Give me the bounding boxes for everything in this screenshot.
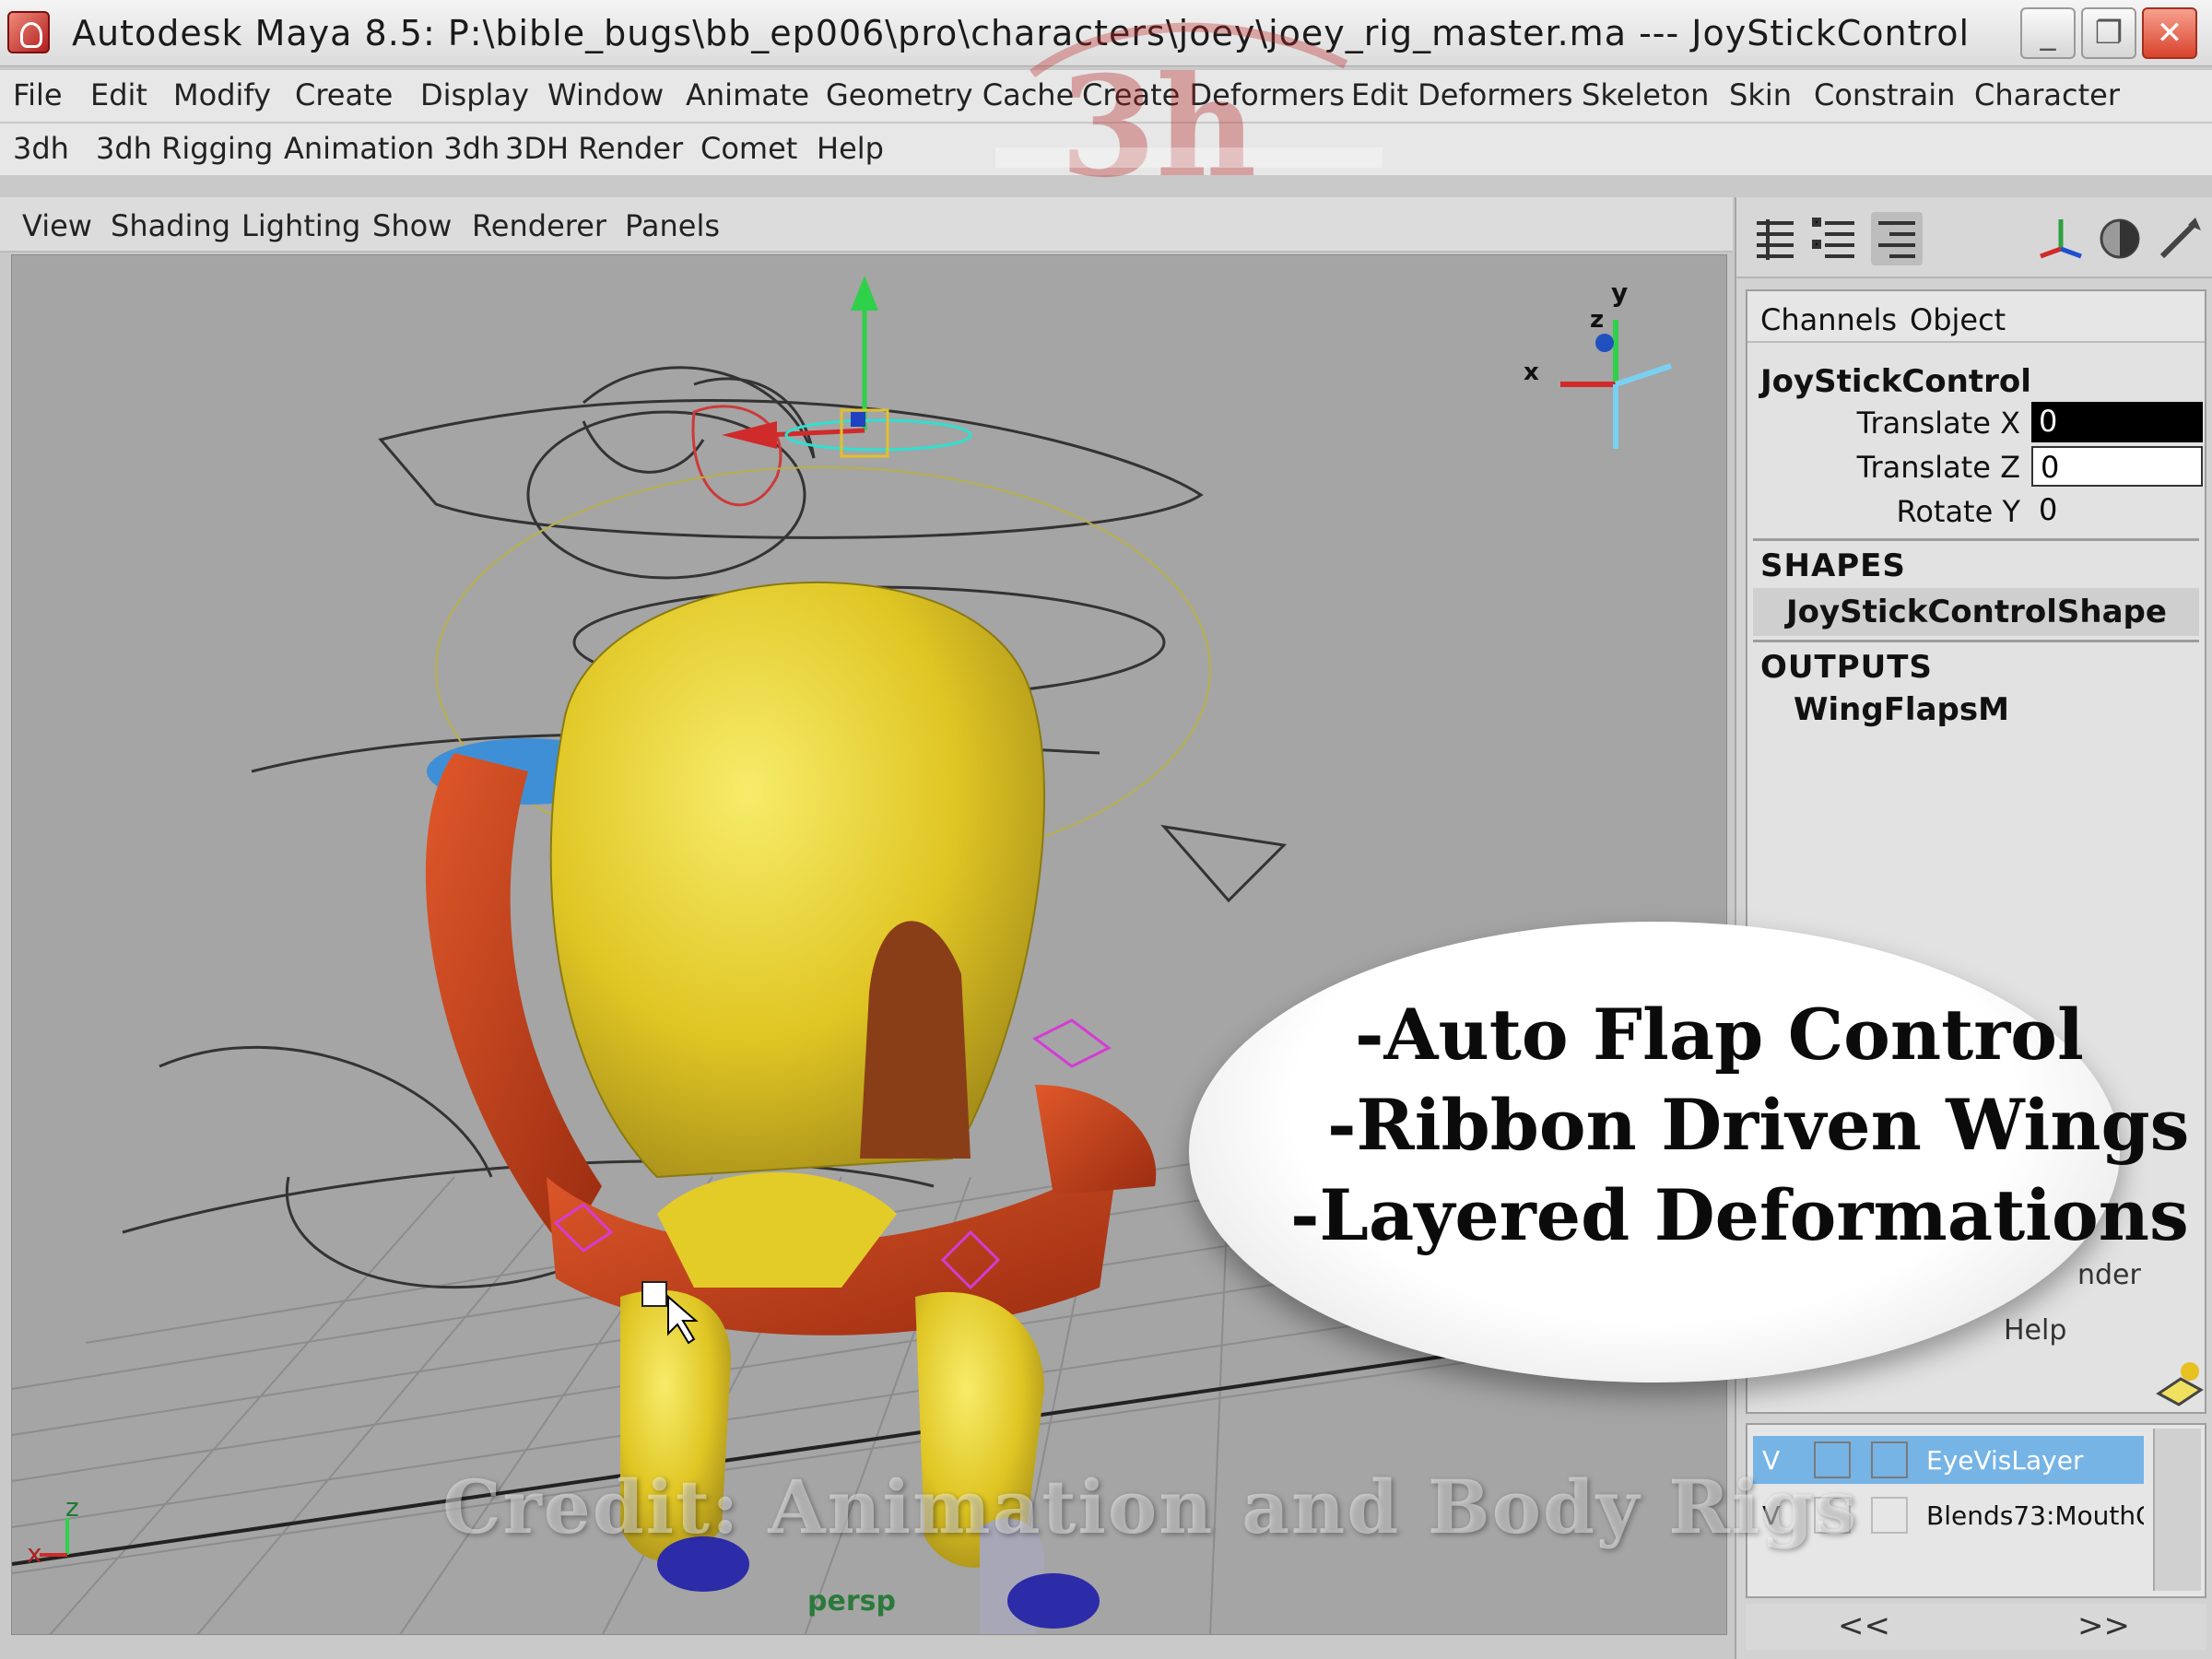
camera-label: persp [807,1585,896,1618]
channel-box-menu-channels[interactable]: Channels [1760,302,1897,337]
layer-list-scrollbar[interactable] [2153,1429,2201,1591]
viewport-panel-menu: View Shading Lighting Show Renderer Pane… [0,197,1733,253]
main-menu-bar: File Edit Modify Create Display Window A… [0,70,2212,122]
menu-create-deformers[interactable]: Create Deformers [1082,77,1345,112]
credit-overlay-text: Credit: Animation and Body Rigs [442,1464,1859,1550]
menu-create[interactable]: Create [295,77,393,112]
red-control-curve [691,405,782,507]
menu-help[interactable]: Help [817,131,884,166]
side-toolbar [1736,197,2212,278]
callout-line-auto-flap: -Auto Flap Control [1355,994,2084,1076]
maya-app-icon[interactable] [7,11,50,53]
outputs-header: OUTPUTS [1760,649,1933,686]
menu-display[interactable]: Display [420,77,529,112]
attr-label-translate-z[interactable]: Translate Z [1781,450,2020,485]
minimize-button[interactable]: _ [2020,7,2076,59]
panel-menu-shading[interactable]: Shading [111,208,230,243]
attr-field-translate-z[interactable]: 0 [2031,446,2203,487]
scroll-left-button[interactable]: << [1838,1607,1890,1644]
attribute-editor-layout-icon[interactable] [1810,212,1862,265]
shapes-header: SHAPES [1760,547,1906,584]
menu-3dh-render[interactable]: 3DH Render [505,131,683,166]
maximize-button[interactable]: ❐ [2081,7,2136,59]
corner-axis-x-label: x [27,1538,42,1569]
pick-tool-icon[interactable] [2153,212,2205,265]
title-bar: Autodesk Maya 8.5: P:\bible_bugs\bb_ep00… [0,0,2212,66]
channel-box-layout-icon[interactable] [1749,212,1801,265]
attr-field-rotate-y[interactable]: 0 [2031,490,2203,531]
tool-settings-layout-icon[interactable] [1871,212,1923,265]
attr-label-translate-x[interactable]: Translate X [1781,406,2020,441]
custom-menu-bar: 3dh 3dh Rigging Animation 3dh 3DH Render… [0,124,2212,175]
shading-sphere-icon[interactable] [2094,212,2146,265]
shape-node-name: JoyStickControlShape [1786,594,2167,630]
menu-constrain[interactable]: Constrain [1814,77,1955,112]
channel-box-divider [1753,538,2199,541]
menu-file[interactable]: File [13,77,63,112]
corner-axis-z-label: z [65,1492,79,1523]
corner-axis-indicator [40,1518,69,1557]
layer-name[interactable]: EyeVisLayer [1926,1445,2144,1476]
layer-color-swatch[interactable] [1871,1441,1908,1478]
panel-menu-view[interactable]: View [22,208,92,243]
channel-box-divider [1753,640,2199,642]
side-panel: Channels Object JoyStickControl Translat… [1735,197,2212,1659]
layer-scroll-buttons: << >> [1746,1604,2206,1650]
move-manipulator[interactable] [722,276,972,458]
menu-modify[interactable]: Modify [173,77,271,112]
menu-3dh-rigging[interactable]: 3dh Rigging [96,131,273,166]
panel-menu-show[interactable]: Show [372,208,452,243]
close-button[interactable]: ✕ [2142,7,2197,59]
manipulator-axis-icon[interactable] [2035,212,2087,265]
shape-node-row[interactable]: JoyStickControlShape [1753,588,2199,636]
layer-name[interactable]: Blends73:MouthC [1926,1500,2144,1531]
output-node-name[interactable]: WingFlapsM [1794,691,2009,728]
gizmo-y-label: y [1611,277,1628,308]
gizmo-x-label: x [1524,359,1539,386]
layer-menu-render-partial[interactable]: nder [2077,1259,2141,1291]
window-title: Autodesk Maya 8.5: P:\bible_bugs\bb_ep00… [72,13,1971,53]
channel-box-menu: Channels Object [1747,291,2205,343]
layer-color-swatch[interactable] [1871,1497,1908,1534]
menu-character[interactable]: Character [1974,77,2120,112]
menu-skeleton[interactable]: Skeleton [1582,77,1709,112]
layer-menu-help[interactable]: Help [2004,1314,2066,1347]
panel-menu-renderer[interactable]: Renderer [472,208,606,243]
callout-line-layered-deformations: -Layered Deformations [1290,1174,2189,1256]
callout-line-ribbon-wings: -Ribbon Driven Wings [1327,1084,2190,1166]
menu-edit-deformers[interactable]: Edit Deformers [1351,77,1573,112]
channel-box-menu-object[interactable]: Object [1910,302,2006,337]
panel-menu-panels[interactable]: Panels [625,208,720,243]
view-axis-gizmo [1560,320,1672,449]
menu-3dh[interactable]: 3dh [13,131,69,166]
attr-field-translate-x[interactable]: 0 [2031,402,2203,442]
scroll-right-button[interactable]: >> [2077,1607,2130,1644]
selected-object-name[interactable]: JoyStickControl [1760,363,2031,400]
menu-geometry-cache[interactable]: Geometry Cache [826,77,1074,112]
menu-window[interactable]: Window [547,77,664,112]
gizmo-z-label: z [1590,306,1604,334]
menu-comet[interactable]: Comet [700,131,797,166]
feature-callout-bubble: -Auto Flap Control -Ribbon Driven Wings … [1189,922,2189,1382]
new-layer-icon[interactable] [2153,1357,2205,1408]
menu-edit[interactable]: Edit [90,77,147,112]
menu-animation-3dh[interactable]: Animation 3dh [284,131,500,166]
menu-skin[interactable]: Skin [1729,77,1792,112]
menu-animate[interactable]: Animate [686,77,809,112]
panel-menu-lighting[interactable]: Lighting [241,208,360,243]
attr-label-rotate-y[interactable]: Rotate Y [1781,494,2020,529]
